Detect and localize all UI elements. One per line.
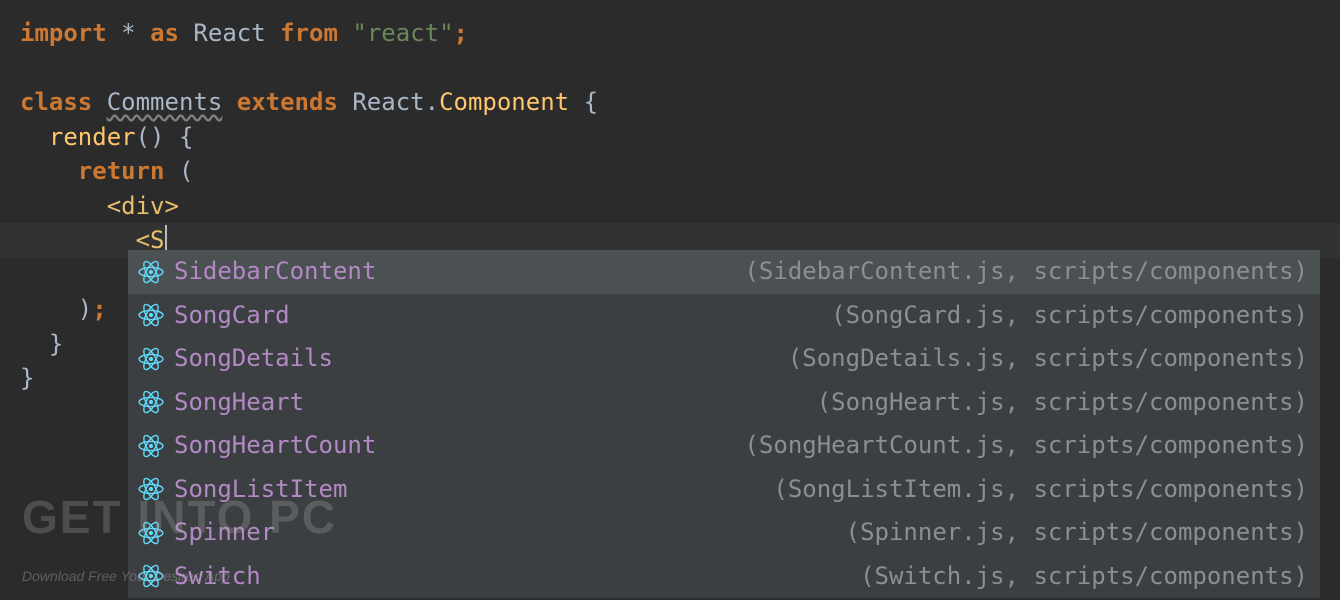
react-icon bbox=[138, 259, 164, 285]
autocomplete-item[interactable]: SongListItem (SongListItem.js, scripts/co… bbox=[128, 468, 1320, 512]
code-line-blank bbox=[20, 51, 1340, 86]
autocomplete-item-name: SidebarContent bbox=[174, 254, 376, 289]
jsx-tag-div: div bbox=[121, 192, 164, 220]
autocomplete-item-name: SongListItem bbox=[174, 472, 347, 507]
keyword-from: from bbox=[280, 19, 338, 47]
autocomplete-item-name: SongHeartCount bbox=[174, 428, 376, 463]
code-line: class Comments extends React.Component { bbox=[20, 85, 1340, 120]
autocomplete-item[interactable]: SongCard (SongCard.js, scripts/components… bbox=[128, 294, 1320, 338]
autocomplete-item[interactable]: Spinner (Spinner.js, scripts/components) bbox=[128, 511, 1320, 555]
react-icon bbox=[138, 563, 164, 589]
code-line: render() { bbox=[20, 120, 1340, 155]
autocomplete-item-name: SongHeart bbox=[174, 385, 304, 420]
react-icon bbox=[138, 476, 164, 502]
autocomplete-item-path: (SongListItem.js, scripts/components) bbox=[773, 472, 1308, 507]
method-render: render bbox=[49, 123, 136, 151]
parent-namespace: React bbox=[352, 88, 424, 116]
autocomplete-popup[interactable]: SidebarContent (SidebarContent.js, script… bbox=[128, 250, 1320, 598]
code-line: import * as React from "react"; bbox=[20, 16, 1340, 51]
autocomplete-item-path: (Switch.js, scripts/components) bbox=[860, 559, 1308, 594]
class-name: Comments bbox=[107, 88, 223, 116]
keyword-extends: extends bbox=[237, 88, 338, 116]
autocomplete-item[interactable]: SongHeart (SongHeart.js, scripts/componen… bbox=[128, 381, 1320, 425]
autocomplete-item[interactable]: SongDetails (SongDetails.js, scripts/comp… bbox=[128, 337, 1320, 381]
autocomplete-item-path: (SidebarContent.js, scripts/components) bbox=[744, 254, 1308, 289]
keyword-class: class bbox=[20, 88, 92, 116]
autocomplete-item-path: (SongCard.js, scripts/components) bbox=[831, 298, 1308, 333]
autocomplete-item[interactable]: SongHeartCount (SongHeartCount.js, script… bbox=[128, 424, 1320, 468]
autocomplete-item-name: Spinner bbox=[174, 515, 275, 550]
import-alias: React bbox=[193, 19, 265, 47]
autocomplete-item-name: SongCard bbox=[174, 298, 290, 333]
autocomplete-item[interactable]: SidebarContent (SidebarContent.js, script… bbox=[128, 250, 1320, 294]
keyword-as: as bbox=[150, 19, 179, 47]
code-line: <div> bbox=[20, 189, 1340, 224]
autocomplete-item-name: Switch bbox=[174, 559, 261, 594]
react-icon bbox=[138, 520, 164, 546]
autocomplete-item-path: (SongHeartCount.js, scripts/components) bbox=[744, 428, 1308, 463]
autocomplete-item-name: SongDetails bbox=[174, 341, 333, 376]
keyword-return: return bbox=[78, 157, 165, 185]
keyword-import: import bbox=[20, 19, 107, 47]
autocomplete-item-path: (Spinner.js, scripts/components) bbox=[846, 515, 1308, 550]
import-star: * bbox=[121, 19, 135, 47]
react-icon bbox=[138, 346, 164, 372]
autocomplete-item[interactable]: Switch (Switch.js, scripts/components) bbox=[128, 555, 1320, 599]
react-icon bbox=[138, 433, 164, 459]
import-path: "react" bbox=[352, 19, 453, 47]
react-icon bbox=[138, 389, 164, 415]
code-line: return ( bbox=[20, 154, 1340, 189]
autocomplete-item-path: (SongHeart.js, scripts/components) bbox=[817, 385, 1308, 420]
parent-class: Component bbox=[439, 88, 569, 116]
react-icon bbox=[138, 302, 164, 328]
autocomplete-item-path: (SongDetails.js, scripts/components) bbox=[788, 341, 1308, 376]
